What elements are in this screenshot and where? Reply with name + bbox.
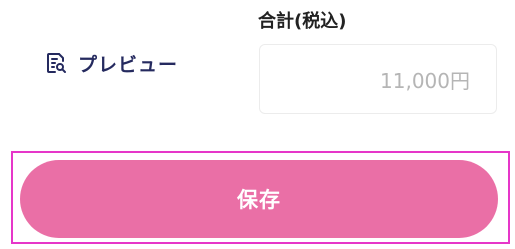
total-amount-field: 11,000円 <box>259 44 497 114</box>
save-button[interactable]: 保存 <box>20 160 498 238</box>
total-label: 合計(税込) <box>258 11 347 32</box>
document-search-icon <box>44 51 68 75</box>
total-amount-value: 11,000円 <box>380 68 470 93</box>
preview-link[interactable]: プレビュー <box>44 49 178 77</box>
preview-label: プレビュー <box>78 53 179 76</box>
save-button-label: 保存 <box>237 188 281 212</box>
